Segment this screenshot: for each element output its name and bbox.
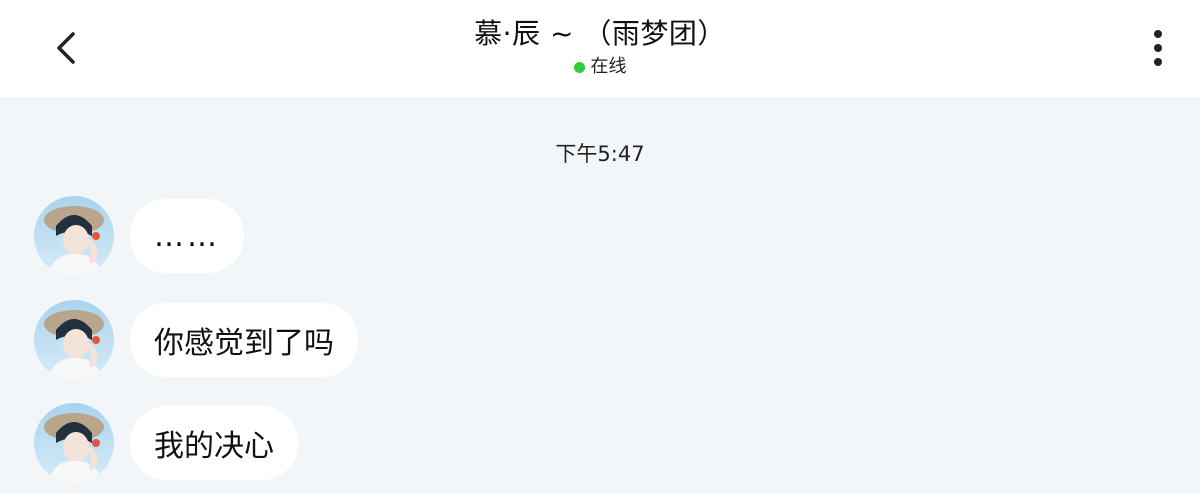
online-status: 在线	[573, 54, 627, 80]
message-bubble[interactable]: ……	[130, 199, 244, 273]
message-row: ……	[34, 196, 244, 276]
avatar[interactable]	[34, 403, 114, 483]
online-status-label: 在线	[590, 56, 627, 77]
avatar-image-icon	[34, 300, 114, 380]
message-row: 我的决心	[34, 403, 298, 483]
online-dot-icon	[573, 61, 585, 73]
chat-title-block: 慕·辰 ~ （雨梦团） 在线	[0, 14, 1200, 80]
avatar-image-icon	[34, 196, 114, 276]
more-vertical-icon	[1154, 30, 1162, 66]
avatar[interactable]	[34, 300, 114, 380]
message-row: 你感觉到了吗	[34, 300, 358, 380]
message-timestamp: 下午5:47	[555, 142, 645, 166]
avatar-image-icon	[34, 403, 114, 483]
avatar[interactable]	[34, 196, 114, 276]
chat-header: 慕·辰 ~ （雨梦团） 在线	[0, 0, 1200, 97]
chat-title: 慕·辰 ~ （雨梦团）	[474, 17, 726, 50]
message-bubble[interactable]: 我的决心	[130, 406, 298, 480]
more-options-button[interactable]	[1144, 28, 1172, 68]
message-bubble[interactable]: 你感觉到了吗	[130, 303, 358, 377]
